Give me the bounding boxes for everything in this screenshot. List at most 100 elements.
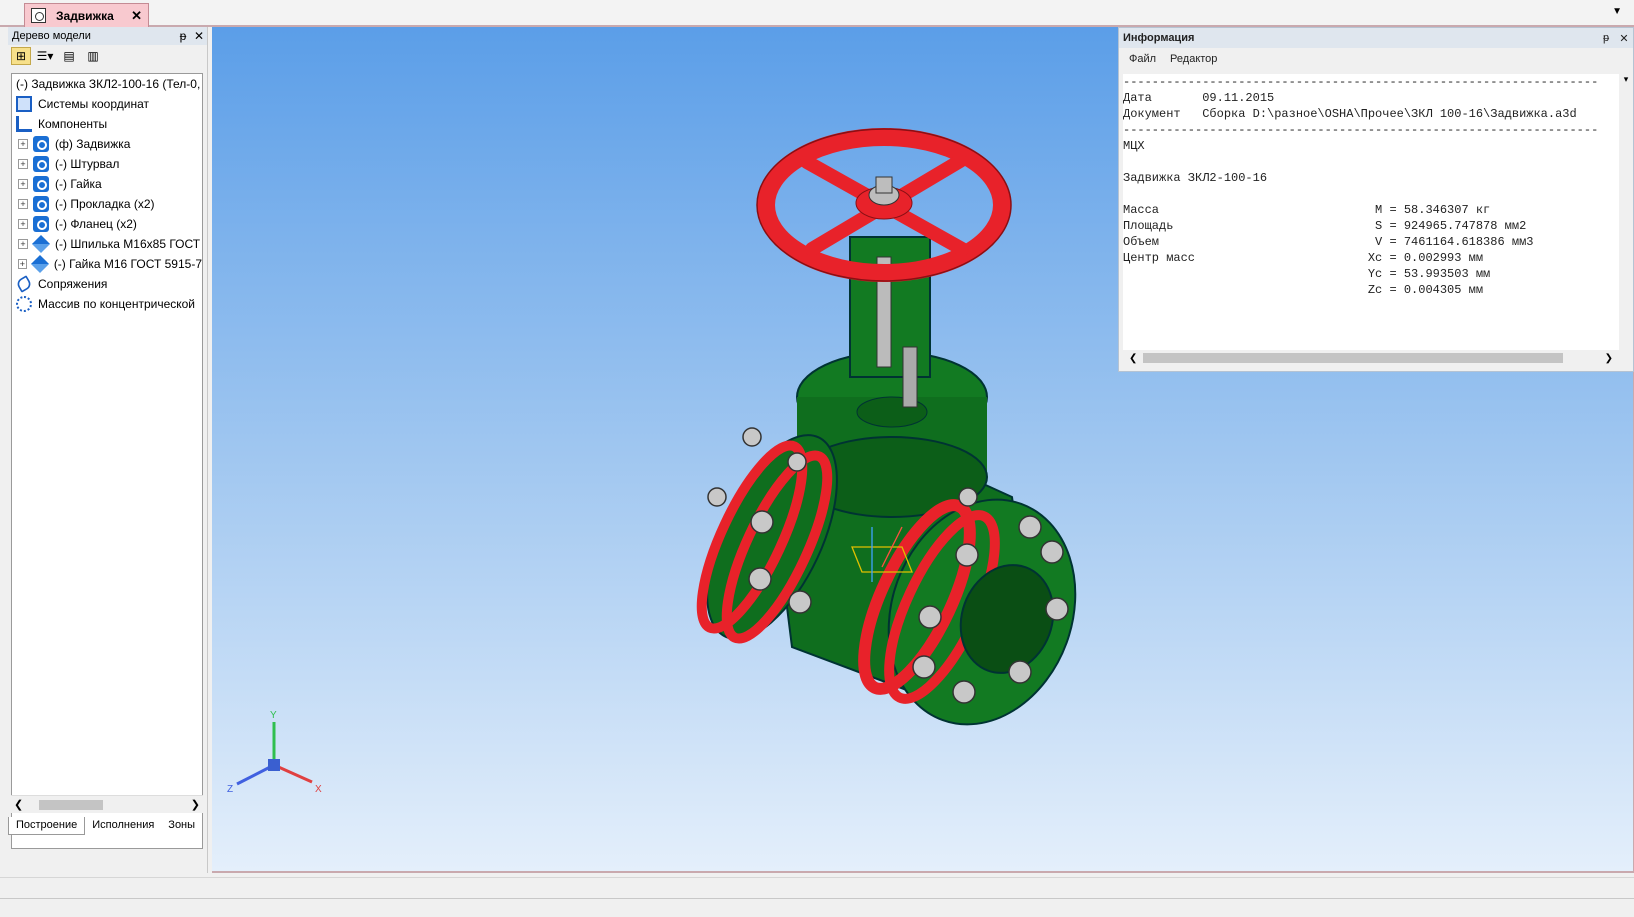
mates-icon — [15, 275, 33, 293]
axis-triad: Y X Z — [227, 710, 322, 795]
tree-item-label: (-) Шпилька М16х85 ГОСТ — [55, 237, 201, 251]
expand-icon[interactable]: + — [18, 219, 28, 229]
components-icon — [16, 116, 32, 132]
tree-item[interactable]: + (ф) Задвижка — [12, 134, 202, 154]
tree-item[interactable]: + (-) Гайка М16 ГОСТ 5915-7 — [12, 254, 202, 274]
document-tab-bar: Задвижка ✕ ▼ — [0, 0, 1634, 27]
tree-item-label: (-) Гайка — [55, 177, 102, 191]
tree-item[interactable]: Массив по концентрической — [12, 294, 202, 314]
model-tree: (-) Задвижка ЗКЛ2-100-16 (Тел-0, ( Систем… — [11, 73, 203, 849]
pin-icon[interactable]: ᵽ — [175, 29, 191, 43]
close-tab-icon[interactable]: ✕ — [131, 8, 142, 24]
tree-horizontal-scrollbar[interactable]: ❮ ❯ — [11, 795, 203, 813]
standard-part-icon — [30, 254, 49, 274]
coordinate-system-icon — [16, 96, 32, 112]
tree-item[interactable]: Сопряжения — [12, 274, 202, 294]
scroll-right-icon[interactable]: ❯ — [191, 798, 200, 811]
panel-title: Информация — [1123, 32, 1195, 44]
menu-file[interactable]: Файл — [1129, 53, 1156, 65]
pin-icon[interactable]: ᵽ — [1597, 32, 1615, 44]
axis-y-label: Y — [270, 710, 277, 721]
tab-list-dropdown-icon[interactable]: ▼ — [1612, 6, 1622, 17]
tree-bottom-tabs: Построение Исполнения Зоны — [8, 817, 202, 835]
information-menu: Файл Редактор — [1119, 48, 1633, 70]
tree-item[interactable]: + (-) Гайка — [12, 174, 202, 194]
tree-item[interactable]: + (-) Штурвал — [12, 154, 202, 174]
tree-item-label: Системы координат — [38, 97, 149, 111]
tree-item-label: (-) Прокладка (x2) — [55, 197, 155, 211]
tab-variants[interactable]: Исполнения — [85, 817, 161, 835]
expand-icon[interactable]: + — [18, 239, 28, 249]
tree-item[interactable]: Системы координат — [12, 94, 202, 114]
info-line — [1123, 186, 1619, 202]
close-icon[interactable]: ✕ — [191, 29, 207, 43]
tree-structure-icon[interactable]: ⊞ — [11, 47, 31, 65]
tree-item-label: Массив по концентрической — [38, 297, 196, 311]
properties-icon[interactable]: ▤ — [59, 47, 79, 65]
tree-item-label: (-) Штурвал — [55, 157, 120, 171]
info-line: ----------------------------------------… — [1123, 123, 1599, 137]
expand-icon[interactable]: + — [18, 199, 28, 209]
info-line: Документ Сборка D:\разное\OSHA\Прочее\ЗК… — [1123, 107, 1577, 121]
scroll-left-icon[interactable]: ❮ — [1129, 353, 1137, 364]
tree-item[interactable]: (-) Задвижка ЗКЛ2-100-16 (Тел-0, ( — [12, 74, 202, 94]
expand-icon[interactable]: + — [18, 159, 28, 169]
status-bar — [0, 877, 1634, 917]
tab-construction[interactable]: Построение — [8, 817, 86, 835]
array-icon — [16, 296, 32, 312]
expand-icon[interactable]: + — [18, 139, 28, 149]
part-icon — [33, 216, 49, 232]
info-line: МЦХ — [1123, 139, 1145, 153]
tree-item[interactable]: + (-) Прокладка (x2) — [12, 194, 202, 214]
part-icon — [33, 136, 49, 152]
scroll-thumb[interactable] — [39, 800, 103, 810]
info-line: Задвижка ЗКЛ2-100-16 — [1123, 171, 1268, 185]
close-icon[interactable]: ✕ — [1615, 32, 1633, 45]
tree-item[interactable]: Компоненты — [12, 114, 202, 134]
information-title-bar: Информация ᵽ ✕ — [1119, 28, 1633, 48]
panel-title: Дерево модели — [12, 30, 91, 42]
info-line: ----------------------------------------… — [1123, 75, 1599, 89]
model-tree-panel: Дерево модели ᵽ ✕ ⊞ ☰▾ ▤ ▥ (-) Задвижка … — [8, 27, 208, 873]
info-vertical-scrollbar[interactable]: ▾ — [1619, 74, 1633, 364]
information-panel: Информация ᵽ ✕ Файл Редактор -----------… — [1118, 27, 1634, 372]
info-horizontal-scrollbar[interactable]: ❮ ❯ — [1123, 350, 1619, 366]
tree-item-label: Компоненты — [38, 117, 108, 131]
info-line: Центр масс Xc = 0.002993 мм — [1123, 251, 1484, 265]
part-icon — [33, 176, 49, 192]
axis-z-label: Z — [227, 784, 233, 795]
info-line: Площадь S = 924965.747878 мм2 — [1123, 219, 1527, 233]
tree-item-label: (-) Гайка М16 ГОСТ 5915-7 — [53, 257, 202, 271]
model-tree-title-bar: Дерево модели ᵽ ✕ — [8, 27, 207, 45]
tree-item[interactable]: + (-) Шпилька М16х85 ГОСТ — [12, 234, 202, 254]
info-line: Дата 09.11.2015 — [1123, 91, 1275, 105]
tab-zadvizhka[interactable]: Задвижка ✕ — [24, 3, 149, 27]
part-icon — [33, 156, 49, 172]
menu-editor[interactable]: Редактор — [1170, 53, 1217, 65]
tree-item-label: Сопряжения — [38, 277, 108, 291]
info-line: Zc = 0.004305 мм — [1123, 283, 1484, 297]
scroll-left-icon[interactable]: ❮ — [14, 798, 23, 811]
expand-icon[interactable]: + — [18, 259, 27, 269]
standard-part-icon — [31, 234, 51, 254]
assembly-document-icon — [31, 8, 46, 23]
expand-icon[interactable]: + — [18, 179, 28, 189]
tab-label: Задвижка — [56, 8, 114, 23]
scroll-thumb[interactable] — [1143, 353, 1563, 363]
tab-zones[interactable]: Зоны — [161, 817, 202, 835]
tree-item-label: (ф) Задвижка — [55, 137, 131, 151]
tree-item-label: (-) Фланец (x2) — [55, 217, 137, 231]
axis-x-label: X — [315, 784, 322, 795]
tree-view-mode-icon[interactable]: ☰▾ — [35, 47, 55, 65]
scroll-right-icon[interactable]: ❯ — [1605, 353, 1613, 364]
model-tree-toolbar: ⊞ ☰▾ ▤ ▥ — [8, 45, 207, 67]
tree-item-label: (-) Задвижка ЗКЛ2-100-16 (Тел-0, ( — [16, 77, 203, 91]
info-line — [1123, 154, 1619, 170]
info-line: Масса M = 58.346307 кг — [1123, 203, 1491, 217]
info-line: Yc = 53.993503 мм — [1123, 267, 1491, 281]
tree-item[interactable]: + (-) Фланец (x2) — [12, 214, 202, 234]
part-icon — [33, 196, 49, 212]
document-list-icon[interactable]: ▥ — [83, 47, 103, 65]
scroll-down-icon[interactable]: ▾ — [1624, 74, 1629, 84]
information-text[interactable]: ----------------------------------------… — [1123, 74, 1619, 364]
